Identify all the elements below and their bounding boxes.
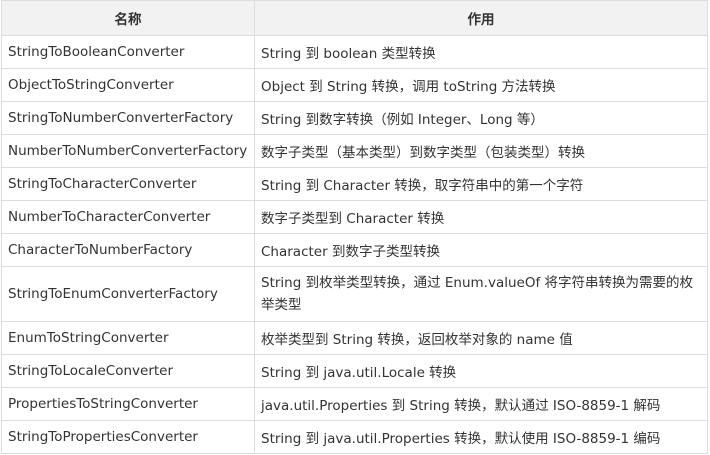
table-row: StringToLocaleConverter String 到 java.ut… bbox=[1, 354, 708, 388]
converter-description: String 到数字转换（例如 Integer、Long 等） bbox=[254, 101, 708, 135]
converter-name: PropertiesToStringConverter bbox=[1, 387, 255, 421]
converter-description: Character 到数字子类型转换 bbox=[254, 233, 708, 267]
converter-name: StringToLocaleConverter bbox=[1, 354, 255, 388]
converter-description: java.util.Properties 到 String 转换，默认通过 IS… bbox=[254, 387, 708, 421]
table-row: StringToPropertiesConverter String 到 jav… bbox=[1, 420, 708, 454]
converter-description: String 到 java.util.Properties 转换，默认使用 IS… bbox=[254, 420, 708, 454]
converter-name: NumberToNumberConverterFactory bbox=[1, 134, 255, 168]
table-row: StringToBooleanConverter String 到 boolea… bbox=[1, 35, 708, 69]
converter-description: String 到 Character 转换，取字符串中的第一个字符 bbox=[254, 167, 708, 201]
converter-table: 名称 作用 StringToBooleanConverter String 到 … bbox=[1, 0, 708, 454]
table-row: StringToNumberConverterFactory String 到数… bbox=[1, 101, 708, 135]
converter-description: String 到枚举类型转换，通过 Enum.valueOf 将字符串转换为需要… bbox=[254, 266, 708, 322]
table-row: NumberToCharacterConverter 数字子类型到 Charac… bbox=[1, 200, 708, 234]
converter-name: ObjectToStringConverter bbox=[1, 68, 255, 102]
converter-name: StringToPropertiesConverter bbox=[1, 420, 255, 454]
converter-name: NumberToCharacterConverter bbox=[1, 200, 255, 234]
converter-description: 枚举类型到 String 转换，返回枚举对象的 name 值 bbox=[254, 321, 708, 355]
table-row: NumberToNumberConverterFactory 数字子类型（基本类… bbox=[1, 134, 708, 168]
column-header-purpose: 作用 bbox=[254, 0, 708, 36]
converter-name: StringToCharacterConverter bbox=[1, 167, 255, 201]
converter-description: 数字子类型（基本类型）到数字类型（包装类型）转换 bbox=[254, 134, 708, 168]
converter-description: String 到 java.util.Locale 转换 bbox=[254, 354, 708, 388]
converter-description: 数字子类型到 Character 转换 bbox=[254, 200, 708, 234]
converter-name: EnumToStringConverter bbox=[1, 321, 255, 355]
table-row: CharacterToNumberFactory Character 到数字子类… bbox=[1, 233, 708, 267]
header-row: 名称 作用 bbox=[1, 0, 708, 36]
converter-name: StringToBooleanConverter bbox=[1, 35, 255, 69]
column-header-name: 名称 bbox=[1, 0, 255, 36]
table-row: PropertiesToStringConverter java.util.Pr… bbox=[1, 387, 708, 421]
converter-description: String 到 boolean 类型转换 bbox=[254, 35, 708, 69]
converter-name: StringToNumberConverterFactory bbox=[1, 101, 255, 135]
converter-name: CharacterToNumberFactory bbox=[1, 233, 255, 267]
table-row: ObjectToStringConverter Object 到 String … bbox=[1, 68, 708, 102]
converter-name: StringToEnumConverterFactory bbox=[1, 266, 255, 322]
converter-description: Object 到 String 转换，调用 toString 方法转换 bbox=[254, 68, 708, 102]
table-row: StringToEnumConverterFactory String 到枚举类… bbox=[1, 266, 708, 322]
table-row: StringToCharacterConverter String 到 Char… bbox=[1, 167, 708, 201]
table-row: EnumToStringConverter 枚举类型到 String 转换，返回… bbox=[1, 321, 708, 355]
